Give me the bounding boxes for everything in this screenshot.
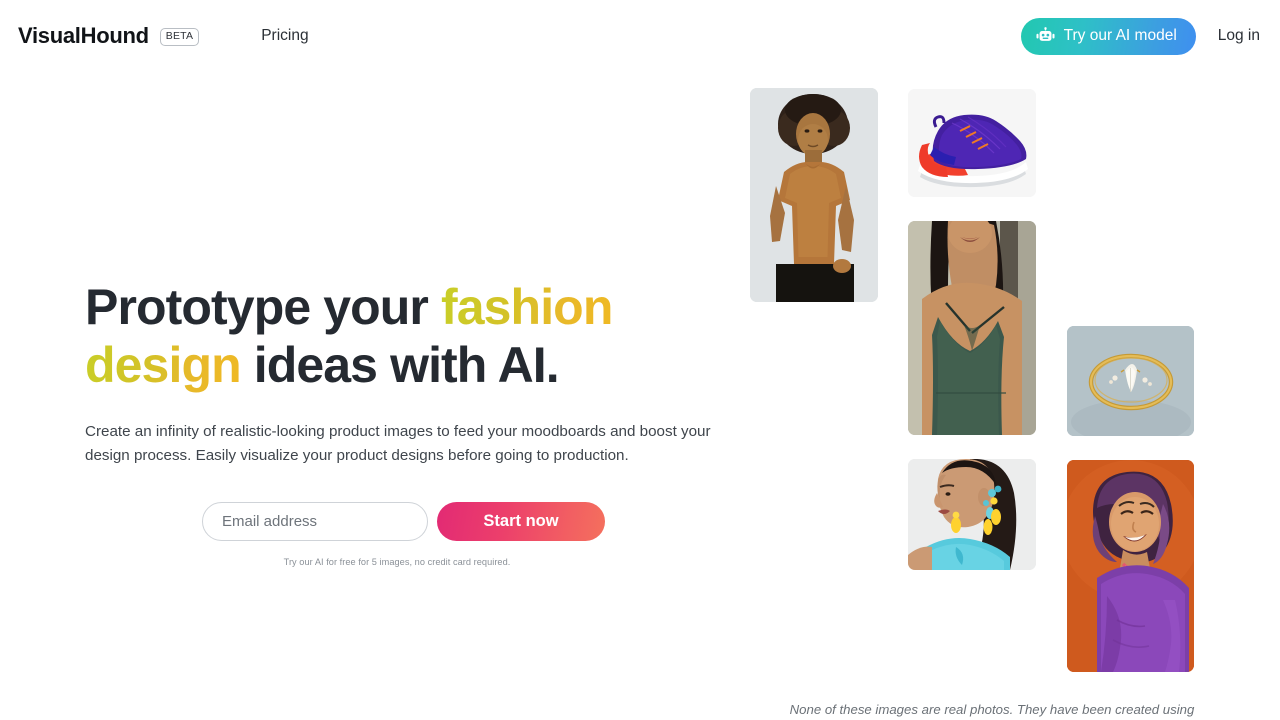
collage-disclaimer: None of these images are real photos. Th… <box>789 702 1195 717</box>
login-link[interactable]: Log in <box>1218 28 1260 44</box>
collage-image-purple-red-sneaker[interactable] <box>908 89 1036 197</box>
try-ai-model-label: Try our AI model <box>1063 27 1177 44</box>
brand-logo[interactable]: VisualHound <box>18 25 149 47</box>
hero-section: Prototype your fashion design ideas with… <box>85 278 725 567</box>
site-header: VisualHound BETA Pricing Try our AI mode… <box>0 0 1280 72</box>
signup-fineprint: Try our AI for free for 5 images, no cre… <box>283 557 511 567</box>
landing-page: VisualHound BETA Pricing Try our AI mode… <box>0 0 1280 720</box>
robot-icon <box>1036 26 1055 46</box>
email-input[interactable] <box>202 502 428 541</box>
brand-group: VisualHound BETA Pricing <box>18 25 309 47</box>
collage-image-gold-diamond-ring[interactable] <box>1067 326 1194 436</box>
beta-badge: BETA <box>159 28 200 46</box>
collage-image-man-in-tan-tshirt[interactable] <box>750 88 878 302</box>
headline-text-1: Prototype your <box>85 279 441 335</box>
collage-image-woman-with-yellow-earrings[interactable] <box>908 459 1036 570</box>
headline-highlight-fashion: fashion <box>440 279 613 335</box>
header-actions: Try our AI model Log in <box>1020 0 1260 72</box>
page-title: Prototype your fashion design ideas with… <box>85 278 725 394</box>
signup-form: Start now <box>202 502 725 541</box>
nav-link-pricing[interactable]: Pricing <box>261 28 308 44</box>
try-ai-model-button[interactable]: Try our AI model <box>1020 17 1196 55</box>
headline-text-2: ideas with AI. <box>240 337 560 393</box>
start-now-button[interactable]: Start now <box>437 502 605 541</box>
collage-image-woman-purple-hair-orange-bg[interactable] <box>1067 460 1194 672</box>
hero-subheading: Create an infinity of realistic-looking … <box>85 423 711 464</box>
collage-image-woman-in-green-dress[interactable] <box>908 221 1036 435</box>
headline-highlight-design: design <box>85 337 242 393</box>
